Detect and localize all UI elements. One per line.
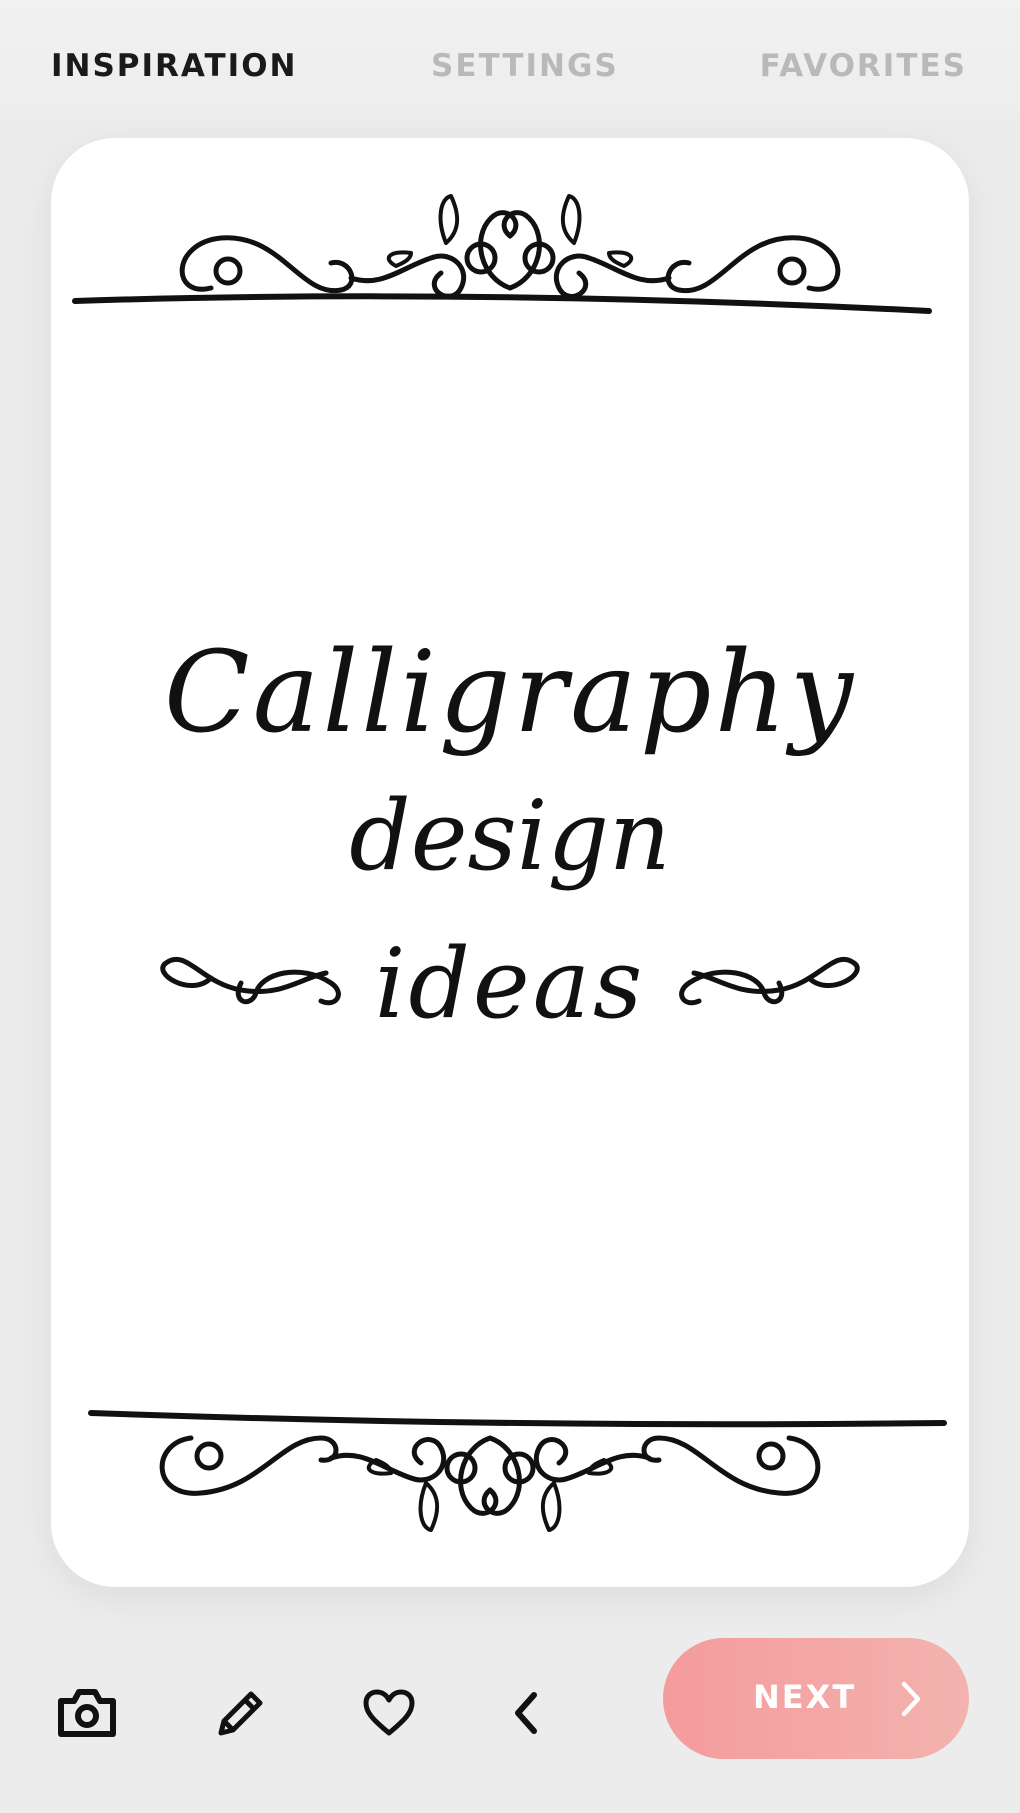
inspiration-card: Calligraphy design ideas (51, 138, 969, 1587)
next-button[interactable]: NEXT (663, 1638, 969, 1759)
previous-button[interactable] (491, 1678, 561, 1748)
bottom-flourish-ornament (88, 1410, 947, 1532)
camera-button[interactable] (52, 1678, 122, 1748)
camera-icon (58, 1689, 116, 1737)
pencil-icon (218, 1691, 263, 1736)
bottom-toolbar: NEXT (0, 1620, 1020, 1813)
headline-line-2: design (349, 780, 671, 892)
next-button-label: NEXT (753, 1678, 857, 1716)
headline-line-1: Calligraphy (163, 628, 857, 758)
tab-settings[interactable]: SETTINGS (431, 48, 619, 84)
top-flourish-ornament (72, 194, 932, 314)
tab-inspiration[interactable]: INSPIRATION (51, 48, 298, 84)
heart-icon (363, 1689, 415, 1736)
chevron-right-icon (901, 1681, 921, 1717)
tab-favorites[interactable]: FAVORITES (760, 48, 967, 84)
edit-button[interactable] (206, 1678, 276, 1748)
top-navigation: INSPIRATION SETTINGS FAVORITES (0, 0, 1020, 120)
favorite-button[interactable] (354, 1678, 424, 1748)
headline-line-3: ideas (374, 928, 646, 1040)
chevron-left-icon (515, 1692, 537, 1734)
